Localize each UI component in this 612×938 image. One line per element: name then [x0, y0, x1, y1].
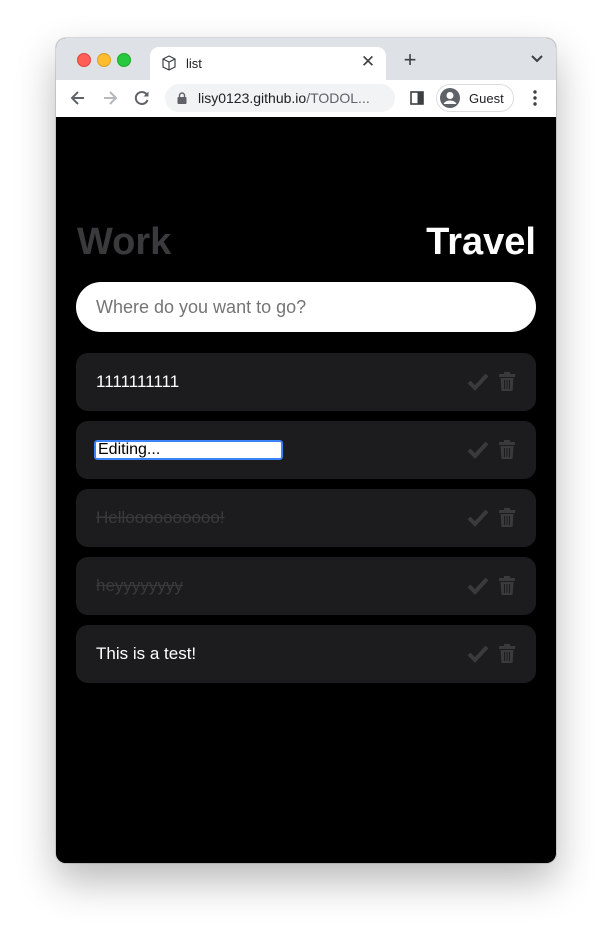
profile-label: Guest: [469, 91, 504, 106]
plus-icon[interactable]: +: [400, 49, 420, 71]
address-bar[interactable]: lisy0123.github.io/TODOL...: [165, 84, 395, 112]
browser-window: list ✕ + lisy0123.github.io/TODOL... Gue…: [56, 38, 556, 863]
check-icon[interactable]: [467, 509, 489, 527]
avatar-icon: [440, 88, 460, 108]
list-item: This is a test!: [76, 625, 536, 683]
list-item-editing: [76, 421, 536, 479]
todo-text[interactable]: Helloooooooooo!: [96, 508, 225, 528]
browser-toolbar: lisy0123.github.io/TODOL... Guest: [56, 80, 556, 118]
list-item: 1111111111: [76, 353, 536, 411]
check-icon[interactable]: [467, 373, 489, 391]
reload-icon[interactable]: [132, 88, 152, 108]
minimize-window-button[interactable]: [97, 53, 111, 67]
forward-icon[interactable]: [100, 88, 120, 108]
edit-todo-input[interactable]: [93, 439, 284, 461]
profile-button[interactable]: Guest: [436, 84, 514, 112]
chevron-down-icon[interactable]: [530, 54, 544, 64]
tab-title: list: [186, 56, 202, 71]
todo-text[interactable]: heyyyyyyyy: [96, 576, 183, 596]
trash-icon[interactable]: [499, 644, 515, 663]
check-icon[interactable]: [467, 645, 489, 663]
trash-icon[interactable]: [499, 372, 515, 391]
trash-icon[interactable]: [499, 440, 515, 459]
tab-list[interactable]: list ✕: [150, 47, 386, 80]
tab-travel[interactable]: Travel: [426, 221, 536, 264]
page-viewport: Work Travel 1111111111 Helloooooooooo! h…: [56, 117, 556, 863]
maximize-window-button[interactable]: [117, 53, 131, 67]
tab-work[interactable]: Work: [77, 221, 171, 264]
trash-icon[interactable]: [499, 508, 515, 527]
menu-icon[interactable]: [528, 89, 542, 107]
back-icon[interactable]: [68, 88, 88, 108]
todo-text[interactable]: This is a test!: [96, 644, 196, 664]
url-text: lisy0123.github.io/TODOL...: [198, 90, 370, 106]
check-icon[interactable]: [467, 577, 489, 595]
trash-icon[interactable]: [499, 576, 515, 595]
side-panel-icon[interactable]: [410, 91, 424, 105]
todo-text[interactable]: 1111111111: [96, 372, 179, 392]
tab-strip: list ✕ +: [56, 38, 556, 80]
url-host: lisy0123.github.io: [198, 90, 307, 106]
list-item: heyyyyyyyy: [76, 557, 536, 615]
favicon-icon: [162, 55, 176, 71]
close-window-button[interactable]: [77, 53, 91, 67]
lock-icon[interactable]: [177, 92, 187, 104]
close-icon[interactable]: ✕: [358, 52, 378, 72]
todo-input[interactable]: [76, 282, 536, 332]
check-icon[interactable]: [467, 441, 489, 459]
list-item: Helloooooooooo!: [76, 489, 536, 547]
url-path: /TODOL...: [306, 90, 370, 106]
